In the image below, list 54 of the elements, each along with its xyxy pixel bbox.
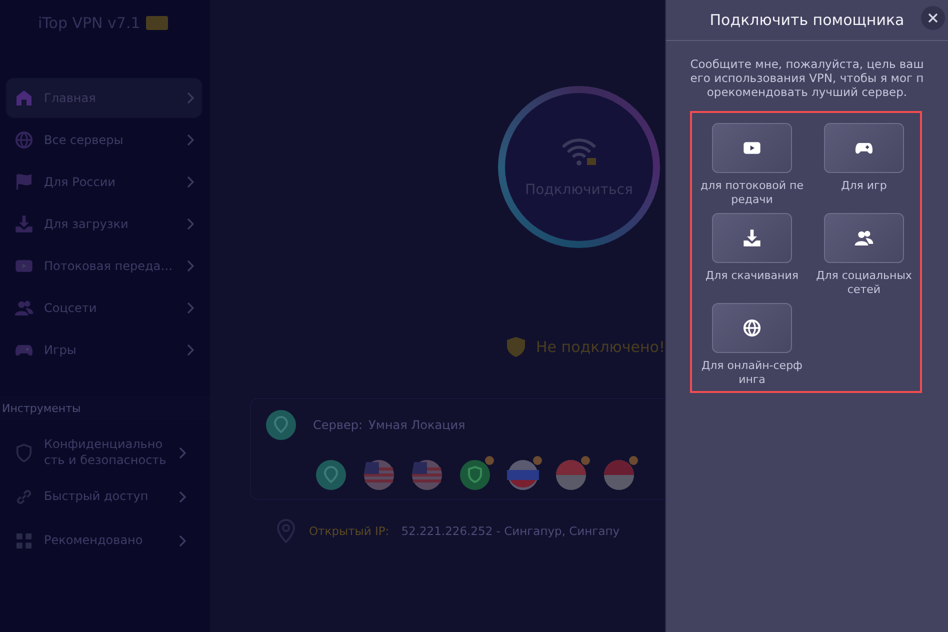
download-icon <box>14 214 34 234</box>
sidebar-item[interactable]: Для загрузки <box>6 204 202 244</box>
chevron-icon <box>186 260 194 272</box>
option-label: для потоковой передачи <box>700 179 804 207</box>
globe-icon <box>14 130 34 150</box>
download-icon <box>742 228 762 248</box>
option-label: Для игр <box>840 179 888 194</box>
home-icon <box>14 88 34 108</box>
connection-status: Не подключено! <box>536 338 665 356</box>
people-icon <box>854 228 874 248</box>
grid-icon <box>14 531 34 551</box>
sidebar-item[interactable]: Потоковая переда… <box>6 246 202 286</box>
version-badge <box>146 16 168 30</box>
option-button[interactable] <box>712 303 792 353</box>
close-icon <box>928 13 938 23</box>
panel-title: Подключить помощника <box>710 11 904 29</box>
sidebar-item[interactable]: Конфиденциальность и безопасность <box>6 432 202 474</box>
shield-icon <box>14 443 34 463</box>
sidebar-item[interactable]: Рекомендовано <box>6 520 202 562</box>
option-button[interactable] <box>712 123 792 173</box>
location-pin-icon <box>275 518 297 544</box>
chevron-icon <box>178 447 186 459</box>
close-button[interactable] <box>921 6 945 30</box>
wifi-icon <box>559 136 599 168</box>
server-value[interactable]: Умная Локация <box>368 418 466 432</box>
sidebar-item[interactable]: Все серверы <box>6 120 202 160</box>
shield-icon <box>506 336 526 358</box>
option-button[interactable] <box>824 213 904 263</box>
chevron-icon <box>186 134 194 146</box>
chevron-icon <box>178 491 186 503</box>
sidebar-item[interactable]: Быстрый доступ <box>6 476 202 518</box>
server-label: Сервер: <box>313 418 362 432</box>
chevron-icon <box>186 176 194 188</box>
chevron-icon <box>186 344 194 356</box>
link-icon <box>14 487 34 507</box>
option-button[interactable] <box>712 213 792 263</box>
panel-description: Сообщите мне, пожалуйста, цель вашего использования VPN, чтобы я мог порекомендовать лучший сервер. <box>689 56 925 99</box>
chevron-icon <box>186 92 194 104</box>
sidebar-item[interactable]: Соцсети <box>6 288 202 328</box>
chevron-icon <box>178 535 186 547</box>
chevron-icon <box>186 218 194 230</box>
option-label: Для социальных сетей <box>815 269 913 297</box>
option-button[interactable] <box>824 123 904 173</box>
ip-value: 52.221.226.252 - Сингапур, Сингапу <box>401 524 620 538</box>
people-icon <box>14 298 34 318</box>
section-title: Инструменты <box>2 402 81 414</box>
option-label: Для скачивания <box>704 269 800 284</box>
option-label: Для онлайн-серфинга <box>700 359 804 387</box>
sidebar-item[interactable]: Для России <box>6 162 202 202</box>
ip-label: Открытый IP: <box>309 524 390 538</box>
location-icon <box>265 409 297 441</box>
sidebar-item[interactable]: Игры <box>6 330 202 370</box>
globe-icon <box>742 318 762 338</box>
chevron-icon <box>186 302 194 314</box>
